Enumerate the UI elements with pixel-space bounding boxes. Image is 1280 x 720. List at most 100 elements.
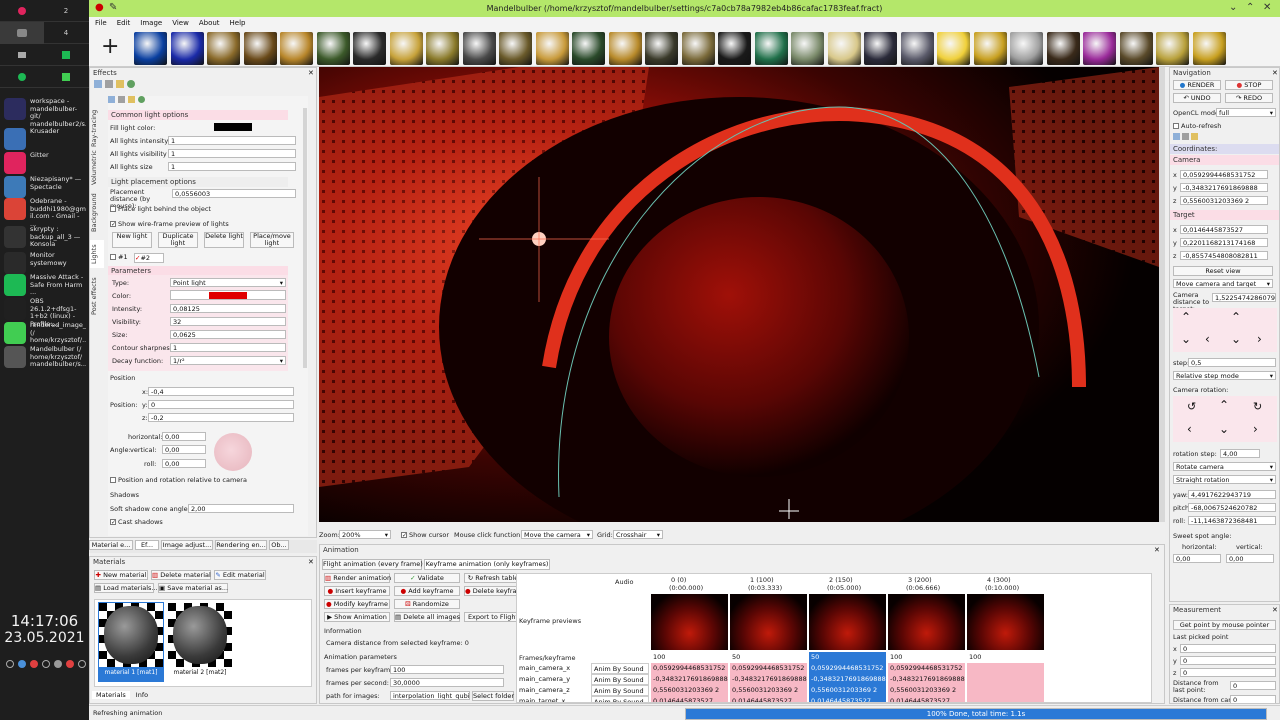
render-button[interactable]: ● RENDER bbox=[1173, 80, 1221, 90]
preset-thumbnail[interactable] bbox=[973, 32, 1007, 65]
fill-light-color-swatch[interactable] bbox=[214, 123, 252, 131]
rotation-step-input[interactable]: 4,00 bbox=[1220, 449, 1260, 458]
preset-thumbnail[interactable] bbox=[1046, 32, 1080, 65]
workspace-7[interactable] bbox=[0, 66, 44, 88]
keyframe-value-cell[interactable]: 0,0592994468531752 bbox=[809, 663, 886, 674]
preset-thumbnail[interactable] bbox=[1119, 32, 1153, 65]
frames-per-keyframe-cell[interactable]: 100 bbox=[888, 652, 965, 663]
tab-lights[interactable]: Lights bbox=[90, 240, 104, 268]
task-item[interactable]: Monitor systemowy bbox=[4, 252, 88, 274]
preset-thumbnail[interactable] bbox=[900, 32, 934, 65]
keyframe-preview[interactable] bbox=[651, 594, 728, 650]
task-item[interactable]: Mandelbulber (/ home/krzysztof/ mandelbu… bbox=[4, 346, 88, 369]
rotate-up-icon[interactable]: ⌃ bbox=[1219, 398, 1229, 412]
point-y-value[interactable]: 0 bbox=[1180, 656, 1276, 665]
tray-icon[interactable] bbox=[54, 660, 62, 668]
menu-edit[interactable]: Edit bbox=[117, 19, 131, 27]
preset-thumbnail[interactable] bbox=[791, 32, 824, 65]
visibility-input[interactable]: 32 bbox=[170, 317, 286, 326]
color-picker[interactable] bbox=[170, 290, 286, 300]
menu-about[interactable]: About bbox=[199, 19, 220, 27]
workspace-5[interactable] bbox=[0, 44, 44, 66]
dock-close-icon[interactable]: ✕ bbox=[308, 69, 314, 77]
rotate-left-icon[interactable]: ‹ bbox=[1187, 422, 1192, 436]
preset-thumbnail[interactable] bbox=[462, 32, 496, 65]
preset-thumbnail[interactable] bbox=[1156, 32, 1189, 65]
workspace-4[interactable]: 4 bbox=[44, 22, 88, 44]
workspace-2[interactable]: 2 bbox=[44, 0, 88, 22]
camera-z-input[interactable]: 0,5560031203369 2 bbox=[1180, 196, 1268, 205]
preset-thumbnail[interactable] bbox=[170, 32, 204, 65]
move-forward-fast-icon[interactable]: ⌃ bbox=[1181, 310, 1191, 324]
delete-light-button[interactable]: Delete light bbox=[204, 232, 244, 248]
dock-close-icon[interactable]: ✕ bbox=[308, 558, 314, 566]
tab-info[interactable]: Info bbox=[136, 691, 148, 699]
tray-icon[interactable] bbox=[6, 660, 14, 668]
keyframe-value-cell[interactable] bbox=[967, 663, 1044, 674]
step-mode-select[interactable]: Relative step mode ▾ bbox=[1173, 371, 1276, 380]
keyframe-value-cell[interactable]: 0,5560031203369 2 bbox=[809, 685, 886, 696]
preset-thumbnail[interactable] bbox=[572, 32, 605, 65]
tray-icon[interactable] bbox=[78, 660, 86, 668]
frames-per-keyframe-input[interactable]: 100 bbox=[390, 665, 504, 674]
keyframe-column-header[interactable]: 4 (300) bbox=[987, 576, 1011, 584]
rotate-right-icon[interactable]: › bbox=[1253, 422, 1258, 436]
refresh-table-button[interactable]: ↻ Refresh table bbox=[464, 573, 522, 583]
move-mode-select[interactable]: Move camera and target ▾ bbox=[1173, 279, 1273, 288]
new-material-button[interactable]: ✚ New material bbox=[94, 570, 148, 580]
tab-image-adjustments[interactable]: Image adjust... bbox=[161, 540, 213, 550]
preset-thumbnail[interactable] bbox=[353, 32, 386, 65]
menu-file[interactable]: File bbox=[95, 19, 107, 27]
keyframe-value-cell[interactable]: 0,0146445873527 bbox=[651, 696, 728, 702]
keyframe-value-cell[interactable] bbox=[967, 685, 1044, 696]
randomize-button[interactable]: ⚄ Randomize bbox=[394, 599, 460, 609]
keyframe-value-cell[interactable]: 0,0592994468531752 bbox=[651, 663, 728, 674]
keyframe-preview[interactable] bbox=[730, 594, 807, 650]
keyframe-value-cell[interactable]: -0,3483217691869888 bbox=[888, 674, 965, 685]
menu-view[interactable]: View bbox=[172, 19, 189, 27]
target-y-input[interactable]: 0,2201168213174168 bbox=[1180, 238, 1268, 247]
material-item-2[interactable]: material 2 [mat2] bbox=[167, 602, 233, 682]
keyframe-column-header[interactable]: 0 (0) bbox=[671, 576, 686, 584]
keyframe-value-cell[interactable]: 0,5560031203369 2 bbox=[888, 685, 965, 696]
target-x-input[interactable]: 0,0146445873527 bbox=[1180, 225, 1268, 234]
camera-x-input[interactable]: 0,0592994468531752 bbox=[1180, 170, 1268, 179]
sweet-vertical-input[interactable]: 0,00 bbox=[1226, 554, 1274, 563]
render-animation-button[interactable]: ▥ Render animation bbox=[324, 573, 391, 583]
task-item[interactable]: Niezapisany* — Spectacle bbox=[4, 176, 88, 198]
add-keyframe-button[interactable]: ● Add keyframe bbox=[394, 586, 460, 596]
keyframe-column-header[interactable]: 2 (150) bbox=[829, 576, 853, 584]
tray-icon[interactable] bbox=[66, 660, 74, 668]
preset-thumbnail[interactable] bbox=[1010, 32, 1043, 65]
intensity-input[interactable]: 0,08125 bbox=[170, 304, 286, 313]
tray-icon[interactable] bbox=[18, 660, 26, 668]
move-right-icon[interactable]: › bbox=[1257, 332, 1262, 346]
tab-volumetric[interactable]: Volumetric bbox=[90, 148, 104, 188]
point-x-value[interactable]: 0 bbox=[1180, 644, 1276, 653]
workspace-1[interactable] bbox=[0, 0, 44, 22]
preset-thumbnail[interactable] bbox=[316, 32, 350, 65]
task-item[interactable]: Massive Attack - Safe From Harm ... bbox=[4, 274, 88, 297]
contour-sharpness-input[interactable]: 1 bbox=[170, 343, 286, 352]
tool-icon[interactable] bbox=[138, 96, 145, 103]
keyframe-value-cell[interactable] bbox=[967, 696, 1044, 702]
edit-material-button[interactable]: ✎ Edit material bbox=[214, 570, 266, 580]
tab-rendering-engine[interactable]: Rendering en... bbox=[215, 540, 267, 550]
frames-per-keyframe-cell[interactable]: 100 bbox=[651, 652, 728, 663]
camera-distance-input[interactable]: 1,5225474286079 bbox=[1212, 293, 1276, 302]
preset-thumbnail[interactable] bbox=[864, 32, 897, 65]
place-behind-checkbox[interactable]: Place light behind the object bbox=[110, 205, 211, 213]
export-to-flight-button[interactable]: Export to Flight bbox=[464, 612, 522, 622]
tray-icon[interactable] bbox=[30, 660, 38, 668]
dock-close-icon[interactable]: ✕ bbox=[1272, 69, 1278, 77]
add-preset-icon[interactable]: + bbox=[101, 35, 119, 59]
tray-icon[interactable] bbox=[42, 660, 50, 668]
menu-help[interactable]: Help bbox=[230, 19, 246, 27]
move-left-icon[interactable]: ‹ bbox=[1205, 332, 1210, 346]
placement-distance-input[interactable]: 0,0556003 bbox=[172, 189, 296, 198]
preset-thumbnail[interactable] bbox=[280, 32, 313, 65]
tab-materials[interactable]: Materials bbox=[92, 691, 130, 699]
render-viewport[interactable] bbox=[319, 67, 1159, 522]
preset-thumbnail[interactable] bbox=[827, 32, 861, 65]
move-down-icon[interactable]: ⌄ bbox=[1231, 332, 1241, 346]
